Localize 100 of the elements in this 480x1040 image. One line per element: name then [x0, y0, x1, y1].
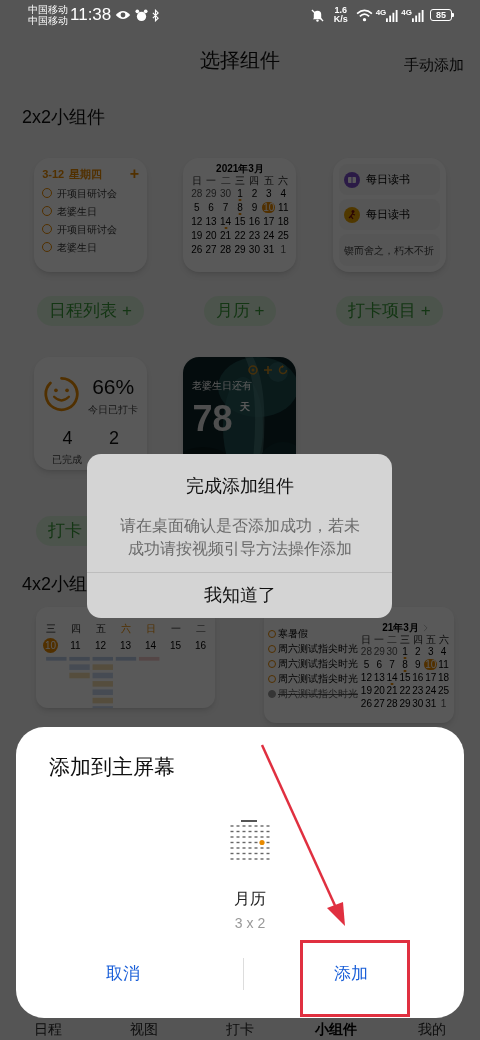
calendar-day[interactable]: 11 — [276, 202, 290, 213]
nav-tab[interactable]: 小组件 — [288, 1018, 384, 1040]
calendar-day[interactable]: 23 — [411, 685, 425, 696]
calendar-day[interactable]: 28 — [190, 188, 204, 199]
checkbox[interactable] — [268, 659, 276, 668]
calendar-day[interactable]: 2 — [247, 188, 261, 199]
calendar-day[interactable]: 10 — [424, 659, 438, 670]
checkbox[interactable] — [268, 629, 276, 638]
calendar-day[interactable]: 28 — [219, 244, 233, 255]
date-label[interactable]: 15 — [168, 638, 183, 653]
calendar-day[interactable]: 2 — [411, 646, 425, 657]
calendar-day[interactable]: 6 — [372, 659, 386, 670]
calendar-day[interactable]: 4 — [276, 188, 290, 199]
date-label[interactable]: 11 — [68, 638, 83, 653]
checkbox[interactable] — [268, 689, 276, 698]
calendar-day[interactable]: 25 — [437, 685, 450, 696]
date-label[interactable]: 16 — [193, 638, 208, 653]
checkbox[interactable] — [268, 674, 276, 683]
calendar-day[interactable]: 1 — [276, 244, 290, 255]
calendar-day[interactable]: 28 — [385, 698, 399, 709]
calendar-day[interactable]: 6 — [204, 202, 218, 213]
calendar-day[interactable]: 9 — [247, 202, 261, 213]
calendar-day[interactable]: 31 — [262, 244, 276, 255]
calendar-day[interactable]: 18 — [276, 216, 290, 227]
calendar-day[interactable]: 16 — [247, 216, 261, 227]
calendar-day[interactable]: 15 — [398, 672, 412, 683]
date-label[interactable]: 14 — [143, 638, 158, 653]
nav-tab[interactable]: 我的 — [384, 1018, 480, 1040]
carrier-name: 中国移动 — [28, 15, 68, 26]
calendar-day[interactable]: 18 — [437, 672, 450, 683]
calendar-day[interactable]: 21 — [385, 685, 399, 696]
calendar-day[interactable]: 3 — [262, 188, 276, 199]
confirm-button[interactable]: 我知道了 — [87, 573, 392, 618]
sheet-button[interactable]: 添加 — [243, 961, 464, 987]
calendar-day[interactable]: 14 — [219, 216, 233, 227]
calendar-day[interactable]: 17 — [262, 216, 276, 227]
calendar-day[interactable]: 30 — [385, 646, 399, 657]
calendar-day[interactable]: 22 — [233, 230, 247, 241]
calendar-day[interactable]: 14 — [385, 672, 399, 683]
calendar-day[interactable]: 15 — [233, 216, 247, 227]
calendar-day[interactable]: 30 — [247, 244, 261, 255]
calendar-day[interactable]: 9 — [411, 659, 425, 670]
calendar-day[interactable]: 10 — [262, 202, 276, 213]
date-label[interactable]: 12 — [93, 638, 108, 653]
calendar-day[interactable]: 30 — [219, 188, 233, 199]
calendar-day[interactable]: 26 — [190, 244, 204, 255]
calendar-day[interactable]: 26 — [360, 698, 373, 709]
add-widget-button[interactable]: 月历 + — [203, 296, 277, 326]
nav-tab[interactable]: 打卡 — [192, 1018, 288, 1040]
calendar-day[interactable]: 17 — [424, 672, 438, 683]
calendar-day[interactable]: 24 — [262, 230, 276, 241]
calendar-day[interactable]: 27 — [372, 698, 386, 709]
calendar-day[interactable]: 20 — [372, 685, 386, 696]
calendar-day[interactable]: 24 — [424, 685, 438, 696]
settings-icon[interactable] — [248, 365, 259, 375]
calendar-day[interactable]: 7 — [385, 659, 399, 670]
calendar-day[interactable]: 20 — [204, 230, 218, 241]
calendar-title: 21年3月 — [382, 621, 419, 635]
calendar-day[interactable]: 21 — [219, 230, 233, 241]
date-label[interactable]: 10 — [43, 638, 58, 653]
calendar-day[interactable]: 11 — [437, 659, 450, 670]
calendar-day[interactable]: 13 — [204, 216, 218, 227]
calendar-day[interactable]: 12 — [190, 216, 204, 227]
calendar-day[interactable]: 31 — [424, 698, 438, 709]
calendar-day[interactable]: 29 — [233, 244, 247, 255]
refresh-icon[interactable] — [278, 365, 289, 375]
calendar-day[interactable]: 19 — [190, 230, 204, 241]
calendar-day[interactable]: 19 — [360, 685, 373, 696]
nav-tab[interactable]: 日程 — [0, 1018, 96, 1040]
calendar-day[interactable]: 23 — [247, 230, 261, 241]
plus-icon[interactable] — [263, 365, 274, 375]
calendar-day[interactable]: 1 — [437, 698, 450, 709]
calendar-day[interactable]: 30 — [411, 698, 425, 709]
calendar-day[interactable]: 1 — [398, 646, 412, 657]
sheet-title: 添加到主屏幕 — [48, 754, 176, 780]
sheet-button[interactable]: 取消 — [16, 961, 243, 987]
add-button[interactable]: + — [129, 166, 140, 183]
calendar-day[interactable]: 7 — [219, 202, 233, 213]
calendar-day[interactable]: 5 — [360, 659, 373, 670]
calendar-day[interactable]: 16 — [411, 672, 425, 683]
calendar-day[interactable]: 13 — [372, 672, 386, 683]
calendar-day[interactable]: 28 — [360, 646, 373, 657]
calendar-day[interactable]: 12 — [360, 672, 373, 683]
manual-add-button[interactable]: 手动添加 — [404, 54, 464, 77]
calendar-day[interactable]: 5 — [190, 202, 204, 213]
calendar-day[interactable]: 8 — [398, 659, 412, 670]
calendar-day[interactable]: 29 — [204, 188, 218, 199]
calendar-day[interactable]: 3 — [424, 646, 438, 657]
date-label[interactable]: 13 — [118, 638, 133, 653]
calendar-day[interactable]: 1 — [233, 188, 247, 199]
calendar-day[interactable]: 8 — [233, 202, 247, 213]
calendar-day[interactable]: 4 — [437, 646, 450, 657]
add-widget-button[interactable]: 日程列表 + — [37, 296, 144, 326]
calendar-day[interactable]: 22 — [398, 685, 412, 696]
checkbox[interactable] — [268, 644, 276, 653]
nav-tab[interactable]: 视图 — [96, 1018, 192, 1040]
clock-time: 11:38 — [70, 4, 112, 27]
calendar-day[interactable]: 25 — [276, 230, 290, 241]
calendar-day[interactable]: 29 — [398, 698, 412, 709]
calendar-day[interactable]: 27 — [204, 244, 218, 255]
